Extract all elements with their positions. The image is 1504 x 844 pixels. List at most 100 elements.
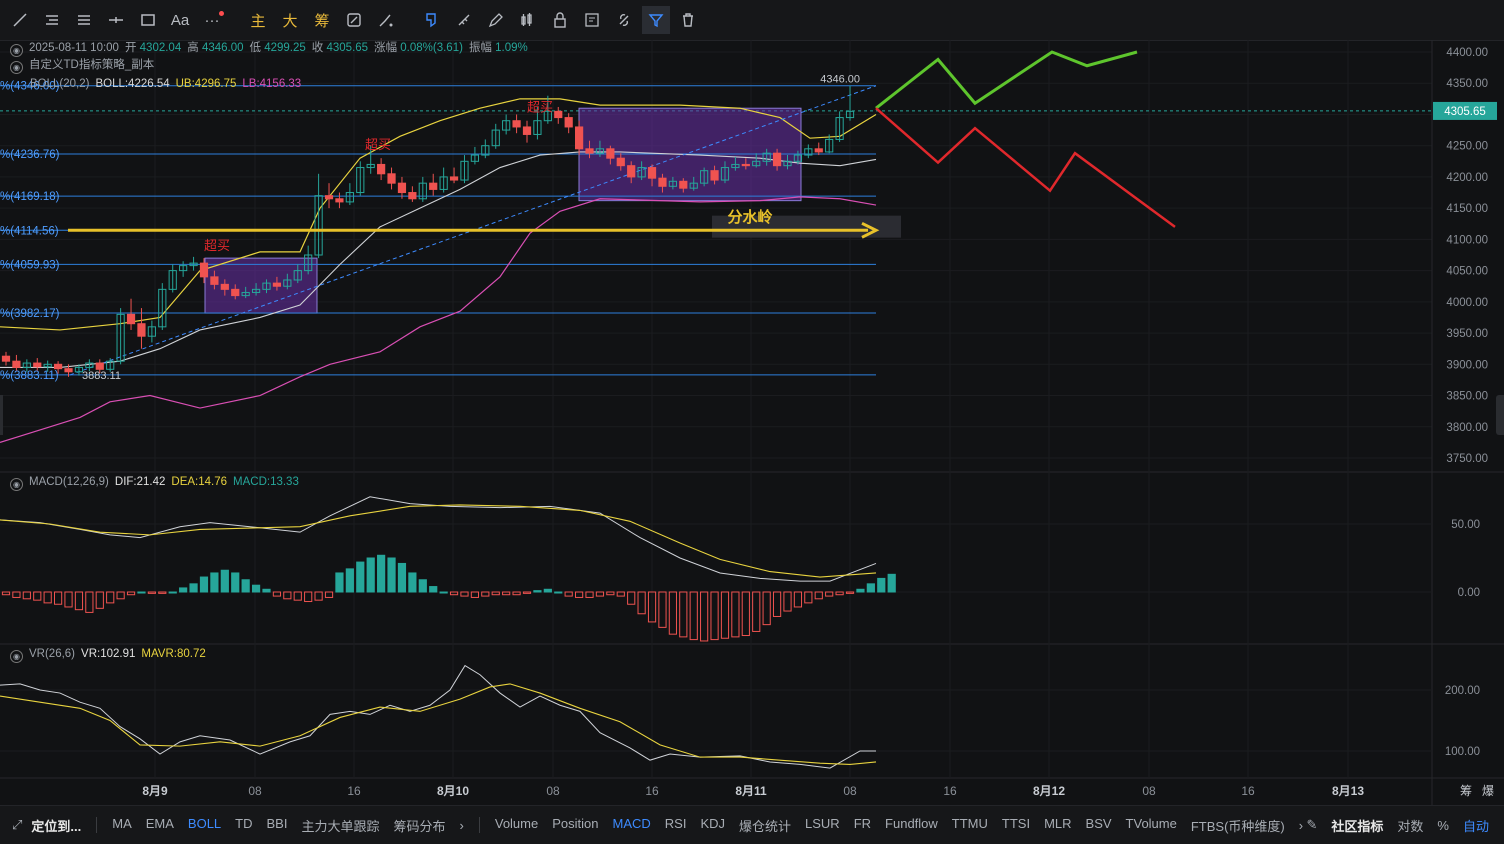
big-order-button[interactable]: 大 xyxy=(276,6,304,34)
main-indicator-tab-1[interactable]: EMA xyxy=(146,816,174,835)
bullish-candle[interactable] xyxy=(481,139,490,159)
bearish-candle[interactable] xyxy=(397,176,407,199)
macd-positive-bar xyxy=(179,587,188,593)
sub-indicator-tab-10[interactable]: TTSI xyxy=(1002,816,1030,835)
percent-scale-button[interactable]: % xyxy=(1437,818,1449,833)
main-indicator-tab-5[interactable]: 主力大单跟踪 xyxy=(301,816,379,835)
edit-icon[interactable]: ✎ xyxy=(1306,817,1317,833)
sub-indicator-tab-9[interactable]: TTMU xyxy=(952,816,988,835)
right-panel-handle[interactable] xyxy=(1496,395,1504,435)
sub-indicator-tab-2[interactable]: MACD xyxy=(612,816,650,835)
bearish-candle[interactable] xyxy=(512,114,521,134)
magnet-icon[interactable] xyxy=(418,6,446,34)
bearish-candle[interactable] xyxy=(387,167,396,190)
locate-icon[interactable]: ⤢ xyxy=(12,817,22,833)
main-indicator-tab-4[interactable]: BBI xyxy=(267,816,288,835)
bullish-candle[interactable] xyxy=(168,264,177,293)
bullish-candle[interactable] xyxy=(439,167,448,193)
lock-icon[interactable] xyxy=(546,6,574,34)
bullish-candle[interactable] xyxy=(804,144,813,159)
bullish-candle[interactable] xyxy=(470,146,479,165)
bearish-candle[interactable] xyxy=(1,351,11,366)
bullish-candle[interactable] xyxy=(179,261,188,277)
sub-indicator-tab-3[interactable]: RSI xyxy=(665,816,687,835)
bearish-candle[interactable] xyxy=(554,106,563,124)
bearish-candle[interactable] xyxy=(126,298,136,330)
bullish-candle[interactable] xyxy=(189,256,198,271)
bullish-candle[interactable] xyxy=(502,114,511,135)
text-tool-button[interactable]: Aa xyxy=(166,6,194,34)
bullish-candle[interactable] xyxy=(491,123,500,149)
main-more-icon[interactable]: › xyxy=(460,818,464,833)
note-icon[interactable] xyxy=(578,6,606,34)
eye-icon[interactable]: ◉ xyxy=(10,61,23,74)
bearish-candle[interactable] xyxy=(522,120,532,143)
community-indicators-button[interactable]: 社区指标 xyxy=(1331,816,1383,835)
log-scale-button[interactable]: 对数 xyxy=(1397,816,1423,835)
sub-indicator-tab-4[interactable]: KDJ xyxy=(700,816,725,835)
time-axis-label: 08 xyxy=(1142,784,1156,798)
vr-name[interactable]: VR(26,6) xyxy=(29,648,75,660)
auto-scale-button[interactable]: 自动 xyxy=(1463,816,1489,835)
left-panel-handle[interactable] xyxy=(0,395,3,435)
bearish-candle[interactable] xyxy=(137,308,146,349)
sub-indicator-tab-1[interactable]: Position xyxy=(552,816,598,835)
horizontal-lines-icon[interactable] xyxy=(38,6,66,34)
bullish-candle[interactable] xyxy=(845,85,855,121)
trend-line-icon[interactable] xyxy=(6,6,34,34)
more-tools-icon[interactable]: ··· xyxy=(198,6,226,34)
sub-indicator-tab-14[interactable]: FTBS(币种维度) xyxy=(1191,816,1285,835)
bullish-candle[interactable] xyxy=(418,176,427,202)
bearish-candle[interactable] xyxy=(564,113,573,134)
kline-chart[interactable]: %(4346.00)%(4236.76)%(4169.18)%(4114.56)… xyxy=(0,40,1504,805)
channel-icon[interactable] xyxy=(70,6,98,34)
bearish-candle[interactable] xyxy=(324,183,334,209)
ruler-icon[interactable] xyxy=(450,6,478,34)
sub-indicator-tab-0[interactable]: Volume xyxy=(495,816,538,835)
boll-name[interactable]: BOLL(20,2) xyxy=(30,78,89,90)
main-indicator-tab-2[interactable]: BOLL xyxy=(188,816,221,835)
chips-button[interactable]: 筹 xyxy=(308,6,336,34)
eye-icon[interactable]: ◉ xyxy=(10,478,23,491)
bearish-candle[interactable] xyxy=(408,186,417,202)
crosshair-icon[interactable] xyxy=(102,6,130,34)
sub-indicator-tab-13[interactable]: TVolume xyxy=(1126,816,1177,835)
bearish-candle[interactable] xyxy=(12,354,21,371)
sub-indicator-tab-8[interactable]: Fundflow xyxy=(885,816,938,835)
bullish-candle[interactable] xyxy=(460,155,469,184)
bearish-candle[interactable] xyxy=(335,192,344,209)
bearish-candle[interactable] xyxy=(449,167,459,184)
candle-body xyxy=(137,323,146,337)
candles-icon[interactable] xyxy=(514,6,542,34)
trash-icon[interactable] xyxy=(674,6,702,34)
sub-indicator-tab-5[interactable]: 爆仓统计 xyxy=(739,816,791,835)
bullish-candle[interactable] xyxy=(147,320,156,343)
filter-icon[interactable] xyxy=(642,6,670,34)
bullish-candle[interactable] xyxy=(356,161,365,196)
strategy-name[interactable]: 自定义TD指标策略_副本 xyxy=(29,59,154,71)
sub-indicator-tab-6[interactable]: LSUR xyxy=(805,816,840,835)
bearish-candle[interactable] xyxy=(33,358,42,371)
bullish-candle[interactable] xyxy=(158,283,167,330)
macd-name[interactable]: MACD(12,26,9) xyxy=(29,476,109,488)
sub-indicator-tab-12[interactable]: BSV xyxy=(1086,816,1112,835)
macd-negative-bar xyxy=(564,591,573,597)
macd-negative-bar xyxy=(293,591,302,601)
rectangle-icon[interactable] xyxy=(134,6,162,34)
eye-icon[interactable]: ◉ xyxy=(10,44,23,57)
sub-indicator-tab-7[interactable]: FR xyxy=(854,816,871,835)
eye-icon[interactable]: ◉ xyxy=(10,650,23,663)
pen-icon[interactable] xyxy=(482,6,510,34)
link-icon[interactable] xyxy=(610,6,638,34)
main-indicator-tab-3[interactable]: TD xyxy=(235,816,252,835)
bullish-candle[interactable] xyxy=(835,111,844,142)
indicator-edit-icon[interactable] xyxy=(340,6,368,34)
sub-indicator-tab-11[interactable]: MLR xyxy=(1044,816,1071,835)
bearish-candle[interactable] xyxy=(814,142,823,156)
main-force-button[interactable]: 主 xyxy=(244,6,272,34)
main-indicator-tab-0[interactable]: MA xyxy=(112,816,132,835)
brush-icon[interactable] xyxy=(372,6,400,34)
main-indicator-tab-6[interactable]: 筹码分布 xyxy=(394,816,446,835)
locate-button[interactable]: 定位到... xyxy=(31,816,81,835)
bullish-candle[interactable] xyxy=(345,183,354,206)
